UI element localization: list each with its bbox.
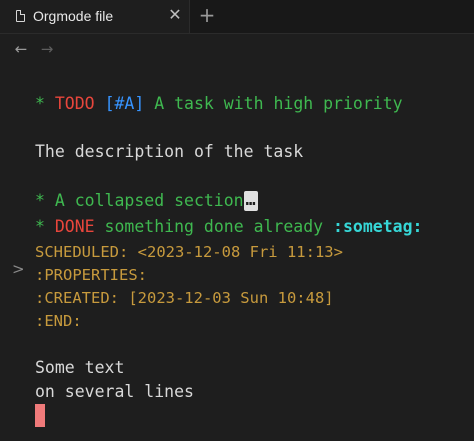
headline-collapsed: * A collapsed section…: [35, 189, 258, 213]
tab-orgmode-file[interactable]: Orgmode file ✕: [0, 0, 190, 33]
created-property: :CREATED: [2023-12-03 Sun 10:48]: [35, 289, 334, 307]
fold-ellipsis-badge[interactable]: …: [243, 191, 258, 211]
new-tab-icon[interactable]: +: [197, 4, 217, 26]
fold-chevron-icon[interactable]: >: [12, 260, 25, 278]
headline-todo: * TODO [#A] A task with high priority: [35, 92, 403, 116]
scheduled-line: SCHEDULED: <2023-12-08 Fri 11:13>: [35, 243, 343, 261]
headline-title: something done already: [94, 217, 334, 236]
back-arrow-icon[interactable]: ←: [12, 40, 30, 58]
body-text-line-2: on several lines: [35, 382, 194, 401]
file-icon: [16, 9, 26, 22]
tab-bar: Orgmode file ✕ +: [0, 0, 474, 34]
done-keyword: DONE: [54, 217, 95, 236]
properties-end: :END:: [35, 312, 82, 330]
close-icon[interactable]: ✕: [166, 6, 184, 26]
priority-cookie: [#A]: [104, 94, 145, 113]
headline-tag: :sometag:: [333, 217, 423, 236]
headline-star: *: [35, 217, 55, 236]
tab-title: Orgmode file: [33, 8, 114, 24]
editor-area[interactable]: * TODO [#A] A task with high priority Th…: [0, 70, 474, 441]
headline-done: * DONE something done already :sometag:: [35, 215, 422, 239]
forward-arrow-icon[interactable]: →: [38, 40, 56, 58]
body-text-line-1: Some text: [35, 358, 125, 377]
todo-keyword: TODO: [54, 94, 95, 113]
collapsed-headline-text: * A collapsed section: [35, 191, 244, 210]
editor-window: Orgmode file ✕ + ← → * TODO [#A] A task …: [0, 0, 474, 441]
headline-star: *: [35, 94, 55, 113]
task-description: The description of the task: [35, 142, 304, 161]
headline-title: A task with high priority: [144, 94, 403, 113]
properties-start: :PROPERTIES:: [35, 266, 147, 284]
text-cursor: [35, 404, 45, 427]
